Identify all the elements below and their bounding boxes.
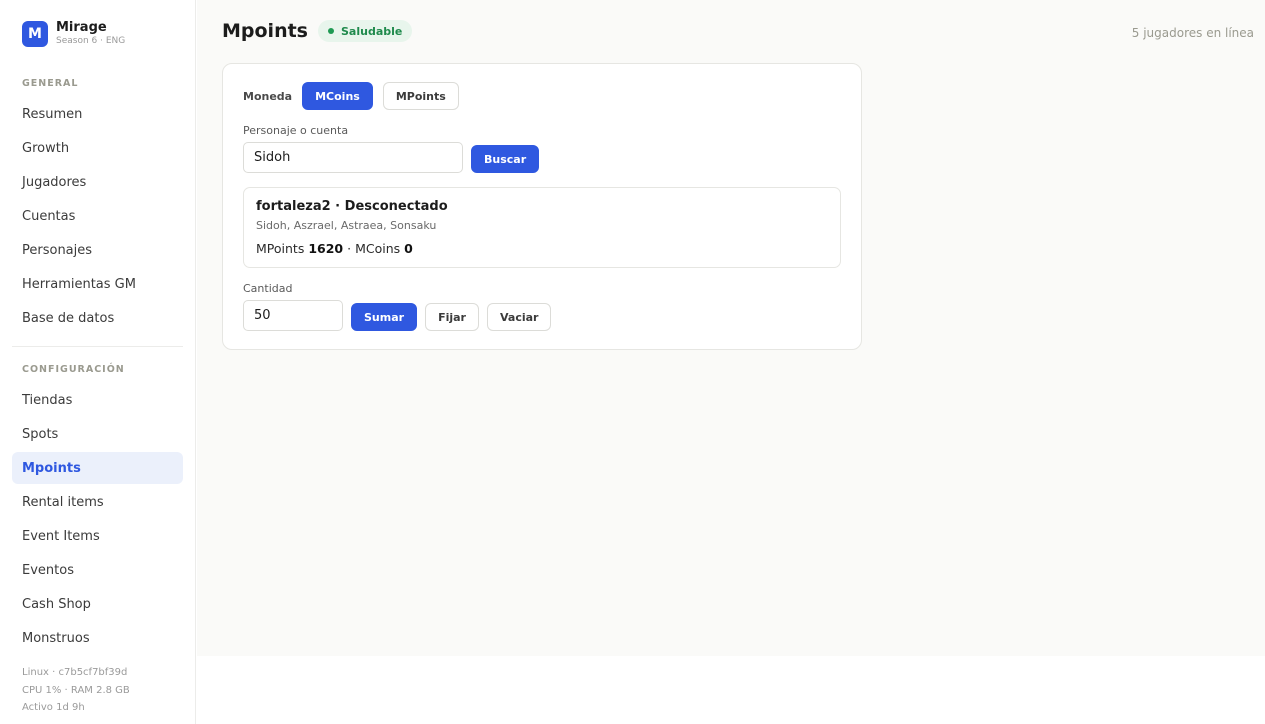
search-label: Personaje o cuenta xyxy=(243,124,349,137)
amount-input[interactable] xyxy=(243,300,343,331)
sidebar-item-herramientas-gm[interactable]: Herramientas GM xyxy=(12,268,183,300)
system-info: Linux · c7b5cf7bf39d CPU 1% · RAM 2.8 GB… xyxy=(22,664,130,717)
section-label-configuracion: CONFIGURACIÓN xyxy=(22,364,125,375)
sidebar: M Mirage Season 6 · ENG GENERAL Resumen … xyxy=(0,0,196,724)
result-balance: MPoints 1620 · MCoins 0 xyxy=(256,241,413,256)
sidebar-item-tiendas[interactable]: Tiendas xyxy=(12,384,183,416)
balance-separator: · xyxy=(347,241,352,256)
currency-label: Moneda xyxy=(243,89,293,103)
result-title: fortaleza2 · Desconectado xyxy=(256,199,448,214)
clear-button[interactable]: Vaciar xyxy=(486,303,552,331)
section-label-general: GENERAL xyxy=(22,78,79,89)
page-header: Mpoints Saludable xyxy=(222,20,413,42)
sidebar-item-cuentas[interactable]: Cuentas xyxy=(12,200,183,232)
sidebar-item-jugadores[interactable]: Jugadores xyxy=(12,166,183,198)
system-host: Linux · c7b5cf7bf39d xyxy=(22,667,128,678)
sidebar-item-growth[interactable]: Growth xyxy=(12,132,183,164)
nav-configuracion: Tiendas Spots Mpoints Rental items Event… xyxy=(12,384,183,656)
amount-actions: Sumar Fijar Vaciar xyxy=(351,303,552,331)
status-badge-label: Saludable xyxy=(341,24,403,38)
sidebar-item-personajes[interactable]: Personajes xyxy=(12,234,183,266)
brand-logo: M xyxy=(22,20,48,47)
brand-name: Mirage xyxy=(56,20,107,35)
add-button[interactable]: Sumar xyxy=(351,303,418,331)
page-title: Mpoints xyxy=(222,20,308,42)
status-badge: Saludable xyxy=(318,20,413,42)
result-characters: Sidoh, Aszrael, Astraea, Sonsaku xyxy=(256,219,437,232)
system-usage: CPU 1% · RAM 2.8 GB xyxy=(22,684,130,696)
result-separator: · xyxy=(330,199,345,214)
currency-mcoins-button[interactable]: MCoins xyxy=(302,82,373,110)
mpoints-value: 1620 xyxy=(308,241,344,256)
search-button[interactable]: Buscar xyxy=(471,145,540,173)
currency-selector: Moneda MCoins MPoints xyxy=(243,82,459,110)
mcoins-label: MCoins xyxy=(355,241,401,256)
sidebar-item-base-de-datos[interactable]: Base de datos xyxy=(12,302,183,334)
system-uptime: Activo 1d 9h xyxy=(22,702,85,713)
currency-mpoints-button[interactable]: MPoints xyxy=(382,82,459,110)
result-account: fortaleza2 xyxy=(256,199,331,214)
online-players: 5 jugadores en línea xyxy=(1131,26,1254,40)
sidebar-item-cash-shop[interactable]: Cash Shop xyxy=(12,588,183,620)
search-input[interactable] xyxy=(243,142,463,173)
sidebar-item-mpoints[interactable]: Mpoints xyxy=(12,452,183,484)
mcoins-value: 0 xyxy=(404,241,413,256)
sidebar-divider xyxy=(12,346,183,347)
set-button[interactable]: Fijar xyxy=(425,303,479,331)
sidebar-item-spots[interactable]: Spots xyxy=(12,418,183,450)
account-result: fortaleza2 · Desconectado Sidoh, Aszrael… xyxy=(243,187,841,268)
status-dot-icon xyxy=(328,28,334,34)
sidebar-item-resumen[interactable]: Resumen xyxy=(12,98,183,130)
sidebar-item-event-items[interactable]: Event Items xyxy=(12,520,183,552)
amount-label: Cantidad xyxy=(243,282,293,295)
sidebar-item-rental-items[interactable]: Rental items xyxy=(12,486,183,518)
nav-general: Resumen Growth Jugadores Cuentas Persona… xyxy=(12,98,183,336)
mpoints-label: MPoints xyxy=(256,241,305,256)
brand[interactable]: M Mirage Season 6 · ENG xyxy=(22,20,125,47)
sidebar-item-eventos[interactable]: Eventos xyxy=(12,554,183,586)
mpoints-card: Moneda MCoins MPoints Personaje o cuenta… xyxy=(222,63,862,350)
main-content: Mpoints Saludable 5 jugadores en línea M… xyxy=(197,0,1265,656)
brand-subtitle: Season 6 · ENG xyxy=(56,36,126,46)
sidebar-item-monstruos[interactable]: Monstruos xyxy=(12,622,183,654)
result-status: Desconectado xyxy=(344,199,448,214)
